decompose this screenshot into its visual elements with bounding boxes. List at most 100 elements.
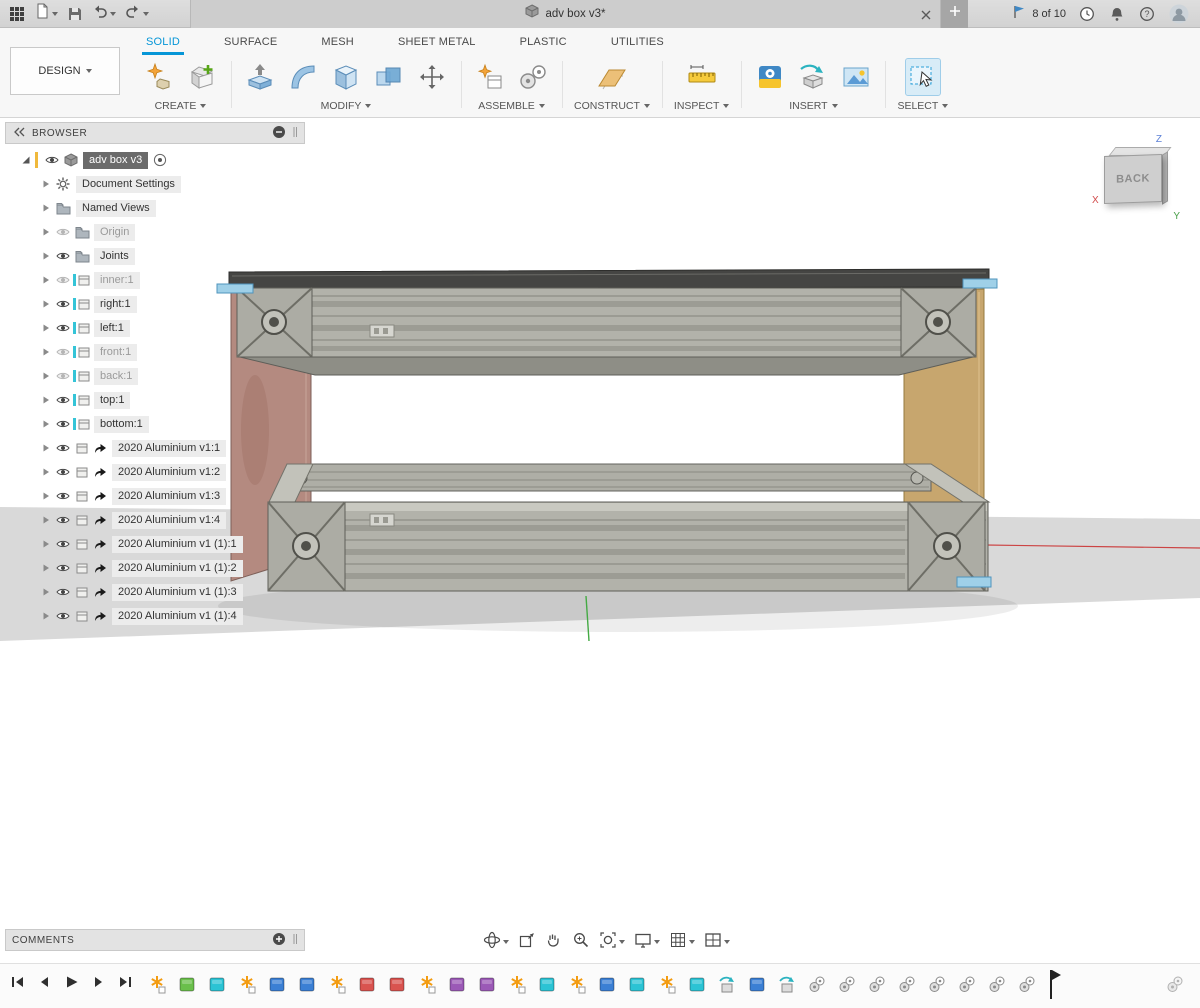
expand-arrow-icon[interactable] [39,611,53,621]
new-component-icon[interactable] [473,59,507,95]
shell-icon[interactable] [329,59,363,95]
visibility-eye-icon[interactable] [53,563,73,573]
tab-sheet-metal[interactable]: SHEET METAL [394,33,480,55]
minimize-panel-icon[interactable] [272,125,286,142]
timeline-body-21[interactable] [748,972,766,996]
visibility-eye-icon[interactable] [53,251,73,261]
grid-settings-button[interactable] [669,931,695,954]
visibility-eye-icon[interactable] [53,611,73,621]
timeline-body-14[interactable] [538,972,556,996]
timeline-body-6[interactable] [298,972,316,996]
create-form-icon[interactable] [142,59,176,95]
browser-header[interactable]: BROWSER [5,122,305,144]
browser-item-document-settings[interactable]: Document Settings [5,172,305,196]
move-icon[interactable] [415,59,449,95]
collapse-panel-icon[interactable] [12,127,26,140]
timeline-component-7[interactable] [328,972,346,996]
timeline-body-8[interactable] [358,972,376,996]
workspace-selector[interactable]: DESIGN [10,47,120,95]
measure-icon[interactable] [685,59,719,95]
select-icon[interactable] [906,59,940,95]
activate-component-radio[interactable] [153,153,167,167]
visibility-eye-icon[interactable] [53,467,73,477]
timeline-body-12[interactable] [478,972,496,996]
timeline-component-13[interactable] [508,972,526,996]
browser-item-back-1[interactable]: back:1 [5,364,305,388]
visibility-eye-icon[interactable] [53,515,73,525]
visibility-eye-icon[interactable] [53,539,73,549]
timeline-joint-26[interactable] [898,972,916,996]
browser-item-joints[interactable]: Joints [5,244,305,268]
canvas-icon[interactable] [839,59,873,95]
step-forward-button[interactable] [91,975,106,989]
browser-item-origin[interactable]: Origin [5,220,305,244]
viewcube-right-face[interactable] [1162,151,1168,204]
insert-derive-icon[interactable] [796,59,830,95]
browser-item-2020-aluminium-v1-1-2[interactable]: 2020 Aluminium v1 (1):2 [5,556,305,580]
viewcube[interactable]: BACK X Y Z [1096,136,1182,220]
file-menu-button[interactable] [33,2,59,26]
model-top-frame[interactable] [229,269,989,375]
orbit-button[interactable] [483,931,509,954]
job-status-button[interactable]: 8 of 10 [1012,4,1066,23]
collapse-arrow-icon[interactable] [19,155,33,165]
pan-button[interactable] [545,931,563,954]
timeline-body-16[interactable] [598,972,616,996]
timeline-position-marker[interactable] [1048,969,1062,1006]
recent-activity-icon[interactable] [1078,2,1096,26]
timeline-joint-23[interactable] [808,972,826,996]
step-back-button[interactable] [37,975,52,989]
timeline-body-5[interactable] [268,972,286,996]
timeline-body-17[interactable] [628,972,646,996]
timeline-component-18[interactable] [658,972,676,996]
visibility-eye-icon[interactable] [53,323,73,333]
expand-arrow-icon[interactable] [39,419,53,429]
insert-365-icon[interactable] [753,59,787,95]
zoom-fit-button[interactable] [599,931,625,954]
expand-arrow-icon[interactable] [39,443,53,453]
expand-arrow-icon[interactable] [39,323,53,333]
ribbon-label-inspect[interactable]: INSPECT [674,100,730,112]
timeline-joint-27[interactable] [928,972,946,996]
timeline-joint-25[interactable] [868,972,886,996]
play-button[interactable] [64,975,79,989]
document-tab[interactable]: adv box v3* [190,0,941,28]
zoom-button[interactable] [572,931,590,954]
timeline-insert-20[interactable] [718,972,736,996]
expand-arrow-icon[interactable] [39,587,53,597]
browser-root-label[interactable]: adv box v3 [83,152,148,169]
timeline-component-1[interactable] [148,972,166,996]
visibility-eye-icon[interactable] [53,419,73,429]
timeline-component-15[interactable] [568,972,586,996]
expand-arrow-icon[interactable] [39,467,53,477]
browser-item-inner-1[interactable]: inner:1 [5,268,305,292]
visibility-eye-icon[interactable] [53,371,73,381]
ribbon-label-modify[interactable]: MODIFY [321,100,372,112]
create-sketch-icon[interactable] [185,59,219,95]
browser-item-2020-aluminium-v1-1-4[interactable]: 2020 Aluminium v1 (1):4 [5,604,305,628]
timeline-body-9[interactable] [388,972,406,996]
expand-arrow-icon[interactable] [39,491,53,501]
expand-arrow-icon[interactable] [39,299,53,309]
expand-arrow-icon[interactable] [39,371,53,381]
timeline-insert-22[interactable] [778,972,796,996]
expand-arrow-icon[interactable] [39,347,53,357]
browser-item-front-1[interactable]: front:1 [5,340,305,364]
timeline-joint-29[interactable] [988,972,1006,996]
browser-item-2020-aluminium-v1-1-1[interactable]: 2020 Aluminium v1 (1):1 [5,532,305,556]
user-avatar[interactable] [1168,2,1190,26]
browser-item-bottom-1[interactable]: bottom:1 [5,412,305,436]
visibility-eye-icon[interactable] [53,275,73,285]
ribbon-label-create[interactable]: CREATE [155,100,207,112]
expand-arrow-icon[interactable] [39,395,53,405]
timeline-joint-30[interactable] [1018,972,1036,996]
undo-button[interactable] [91,2,117,26]
press-pull-icon[interactable] [243,59,277,95]
skip-start-button[interactable] [10,975,25,989]
construct-plane-icon[interactable] [595,59,629,95]
expand-arrow-icon[interactable] [39,179,53,189]
browser-item-named-views[interactable]: Named Views [5,196,305,220]
display-settings-button[interactable] [634,931,660,954]
visibility-eye-icon[interactable] [53,491,73,501]
panel-grip-icon[interactable] [292,126,298,141]
